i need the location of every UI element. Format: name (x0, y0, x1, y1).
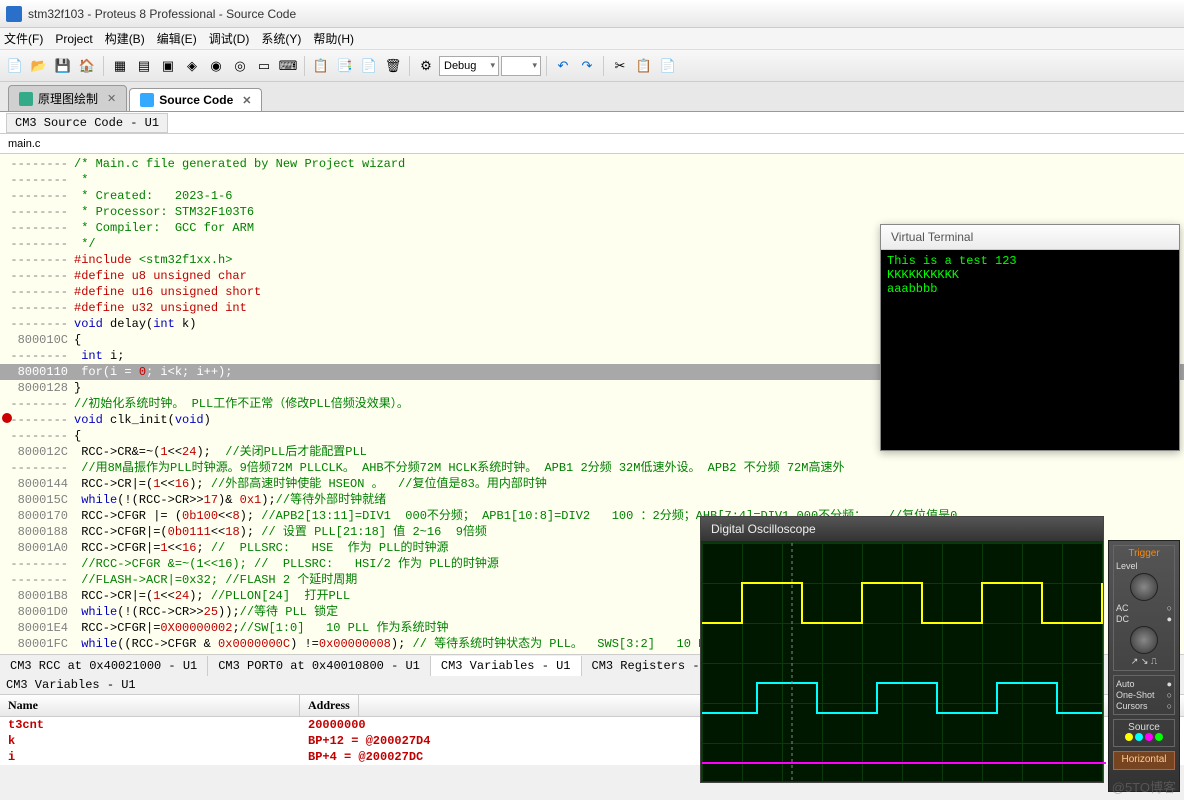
code-line[interactable]: --------/* Main.c file generated by New … (0, 156, 1184, 172)
config-combo[interactable]: Debug (439, 56, 499, 76)
menubar: 文件(F) Project 构建(B) 编辑(E) 调试(D) 系统(Y) 帮助… (0, 28, 1184, 50)
doc2-icon[interactable]: 📑 (334, 55, 356, 77)
menu-project[interactable]: Project (55, 32, 92, 46)
bottab-rcc[interactable]: CM3 RCC at 0x40021000 - U1 (0, 656, 208, 676)
pcb-icon[interactable]: ◈ (181, 55, 203, 77)
target-combo[interactable] (501, 56, 541, 76)
chip-icon[interactable]: ▣ (157, 55, 179, 77)
new-file-icon[interactable]: 📄 (4, 55, 26, 77)
code-line[interactable]: 800015C while(!(RCC->CR>>17)& 0x1);//等待外… (0, 492, 1184, 508)
window-titlebar: stm32f103 - Proteus 8 Professional - Sou… (0, 0, 1184, 28)
terminal-title: Virtual Terminal (881, 225, 1179, 250)
menu-help[interactable]: 帮助(H) (313, 30, 354, 47)
menu-file[interactable]: 文件(F) (4, 30, 43, 47)
redo-icon[interactable]: ↷ (576, 55, 598, 77)
undo-icon[interactable]: ↶ (552, 55, 574, 77)
virtual-terminal-window[interactable]: Virtual Terminal This is a test 123 KKKK… (880, 224, 1180, 451)
toolbar: 📄 📂 💾 🏠 ▦ ▤ ▣ ◈ ◉ ◎ ▭ ⌨ 📋 📑 📄 🗑 ⚙ Debug … (0, 50, 1184, 82)
code-icon[interactable]: ⌨ (277, 55, 299, 77)
delete-icon[interactable]: 🗑 (382, 55, 404, 77)
paste-icon[interactable]: 📄 (657, 55, 679, 77)
view3d-icon[interactable]: ◉ (205, 55, 227, 77)
breakpoint-icon[interactable] (2, 413, 12, 423)
menu-edit[interactable]: 编辑(E) (157, 30, 197, 47)
source-section: Source (1113, 719, 1175, 747)
source-subtabs: CM3 Source Code - U1 (0, 112, 1184, 134)
component-icon[interactable]: ▭ (253, 55, 275, 77)
tab-schematic[interactable]: 原理图绘制 ✕ (8, 85, 127, 111)
code-line[interactable]: 8000144 RCC->CR|=(1<<16); //外部高速时钟使能 HSE… (0, 476, 1184, 492)
subtab-cm3-source[interactable]: CM3 Source Code - U1 (6, 113, 168, 133)
bottab-port0[interactable]: CM3 PORT0 at 0x40010800 - U1 (208, 656, 431, 676)
app-logo-icon (6, 6, 22, 22)
menu-debug[interactable]: 调试(D) (209, 30, 250, 47)
file-tab[interactable]: main.c (0, 134, 1184, 154)
code-line[interactable]: -------- * (0, 172, 1184, 188)
code-line[interactable]: -------- * Created: 2023-1-6 (0, 188, 1184, 204)
window-title: stm32f103 - Proteus 8 Professional - Sou… (28, 7, 296, 21)
trigger-level-dial[interactable] (1130, 573, 1158, 601)
col-address[interactable]: Address (300, 695, 359, 716)
horizontal-section: Horizontal (1113, 751, 1175, 770)
oscilloscope-window[interactable]: Digital Oscilloscope (700, 516, 1104, 783)
table-icon[interactable]: ▤ (133, 55, 155, 77)
terminal-output: This is a test 123 KKKKKKKKKK aaabbbb (881, 250, 1179, 450)
menu-build[interactable]: 构建(B) (105, 30, 145, 47)
scope-display (701, 542, 1103, 782)
scope-controls: Trigger Level AC○ DC● ↗ ↘ ⎍ Auto● One-Sh… (1108, 540, 1180, 792)
tab-source-code[interactable]: Source Code ✕ (129, 88, 262, 111)
cut-icon[interactable]: ✂ (609, 55, 631, 77)
trigger-pos-dial[interactable] (1130, 626, 1158, 654)
code-line[interactable]: -------- * Processor: STM32F103T6 (0, 204, 1184, 220)
doc3-icon[interactable]: 📄 (358, 55, 380, 77)
trigger-section: Trigger Level AC○ DC● ↗ ↘ ⎍ (1113, 545, 1175, 671)
close-icon[interactable]: ✕ (107, 92, 116, 105)
schematic-icon (19, 92, 33, 106)
home-icon[interactable]: 🏠 (76, 55, 98, 77)
bottab-variables[interactable]: CM3 Variables - U1 (431, 656, 582, 676)
watermark: @5TO博客 (1112, 777, 1176, 796)
doc1-icon[interactable]: 📋 (310, 55, 332, 77)
grid-icon[interactable]: ▦ (109, 55, 131, 77)
scope-title: Digital Oscilloscope (701, 517, 1103, 542)
col-name[interactable]: Name (0, 695, 300, 716)
code-line[interactable]: -------- //用8M晶振作为PLL时钟源。9倍频72M PLLCLK。 … (0, 460, 1184, 476)
mode-section: Auto● One-Shot○ Cursors○ (1113, 675, 1175, 715)
menu-system[interactable]: 系统(Y) (261, 30, 301, 47)
gerber-icon[interactable]: ◎ (229, 55, 251, 77)
copy-icon[interactable]: 📋 (633, 55, 655, 77)
close-icon[interactable]: ✕ (242, 94, 251, 107)
gear-icon[interactable]: ⚙ (415, 55, 437, 77)
main-tabstrip: 原理图绘制 ✕ Source Code ✕ (0, 82, 1184, 112)
save-icon[interactable]: 💾 (52, 55, 74, 77)
open-icon[interactable]: 📂 (28, 55, 50, 77)
source-code-icon (140, 93, 154, 107)
